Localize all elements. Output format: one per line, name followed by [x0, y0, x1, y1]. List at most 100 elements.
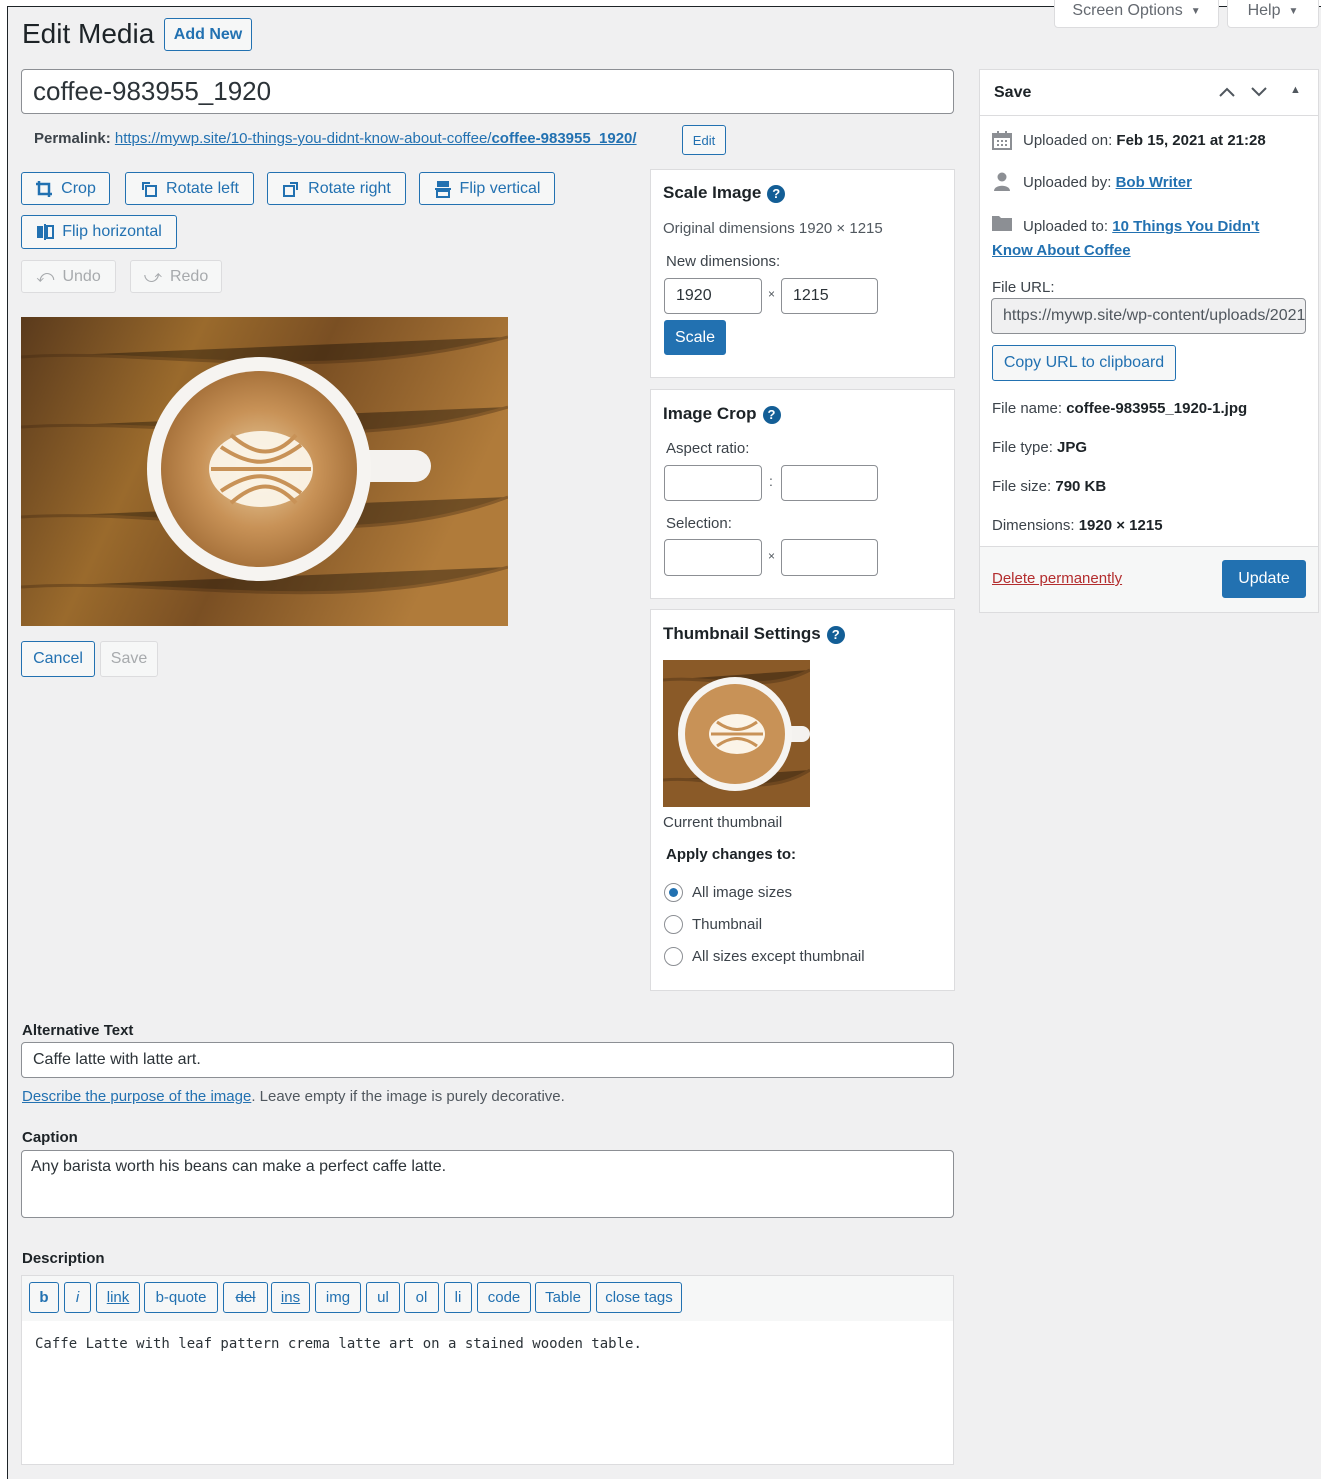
quicktag-close-tags[interactable]: close tags	[596, 1282, 682, 1313]
rotate-left-icon	[142, 181, 158, 197]
permalink-link[interactable]: https://mywp.site/10-things-you-didnt-kn…	[115, 130, 637, 147]
alt-text-help: Describe the purpose of the image. Leave…	[22, 1088, 565, 1105]
alt-text-help-text: . Leave empty if the image is purely dec…	[251, 1088, 565, 1105]
chevron-down-icon[interactable]	[1250, 85, 1268, 99]
image-crop-heading: Image Crop?	[663, 404, 781, 424]
caret-down-icon: ▼	[1288, 5, 1299, 17]
undo-button[interactable]: ⤺ Undo	[21, 260, 116, 293]
radio-label: All sizes except thumbnail	[692, 948, 865, 965]
radio-all-sizes-except-thumbnail[interactable]	[664, 947, 683, 966]
collapse-toggle-icon[interactable]: ▲	[1290, 84, 1301, 96]
quicktag-del[interactable]: del	[223, 1282, 268, 1313]
scale-image-title: Scale Image	[663, 183, 762, 202]
description-label: Description	[22, 1250, 105, 1267]
add-new-button[interactable]: Add New	[164, 18, 252, 51]
radio-thumbnail[interactable]	[664, 915, 683, 934]
aspect-ratio-sep: :	[769, 473, 773, 489]
delete-permanently-link[interactable]: Delete permanently	[992, 570, 1122, 587]
crop-icon	[36, 180, 53, 197]
aspect-ratio-label: Aspect ratio:	[666, 440, 750, 457]
quicktag-italic[interactable]: i	[64, 1282, 91, 1313]
crop-button[interactable]: Crop	[21, 172, 110, 205]
quicktag-link[interactable]: link	[96, 1282, 140, 1313]
help-label: Help	[1247, 2, 1281, 19]
flip-horizontal-icon	[37, 224, 55, 240]
quicktag-table[interactable]: Table	[535, 1282, 591, 1313]
uploaded-by-row: Uploaded by: Bob Writer	[1023, 174, 1192, 191]
help-icon[interactable]: ?	[762, 405, 781, 424]
caption-label: Caption	[22, 1129, 78, 1146]
image-preview[interactable]	[21, 317, 508, 626]
uploaded-by-link[interactable]: Bob Writer	[1116, 174, 1192, 191]
save-metabox-title: Save	[994, 84, 1032, 101]
quicktag-img[interactable]: img	[315, 1282, 361, 1313]
help-button[interactable]: Help ▼	[1227, 0, 1319, 28]
user-icon	[994, 172, 1010, 191]
alt-text-help-link[interactable]: Describe the purpose of the image	[22, 1088, 251, 1105]
original-dimensions: Original dimensions 1920 × 1215	[663, 220, 883, 237]
selection-width-input[interactable]	[664, 539, 762, 576]
help-icon[interactable]: ?	[767, 184, 786, 203]
rotate-left-button[interactable]: Rotate left	[125, 172, 254, 205]
radio-all-image-sizes[interactable]	[664, 883, 683, 902]
uploaded-to-link[interactable]: 10 Things You Didn't	[1112, 218, 1259, 235]
apply-changes-label: Apply changes to:	[666, 846, 797, 863]
aspect-ratio-height-input[interactable]	[781, 465, 878, 501]
file-url-input[interactable]: https://mywp.site/wp-content/uploads/202…	[991, 298, 1306, 334]
flip-vertical-button[interactable]: Flip vertical	[419, 172, 555, 205]
quicktag-code[interactable]: code	[477, 1282, 531, 1313]
alt-text-input[interactable]: Caffe latte with latte art.	[21, 1042, 954, 1078]
title-input[interactable]: coffee-983955_1920	[21, 69, 954, 114]
update-button[interactable]: Update	[1222, 560, 1306, 598]
crop-label: Crop	[61, 179, 96, 197]
uploaded-on-value: Feb 15, 2021 at 21:28	[1116, 132, 1266, 149]
flip-vertical-icon	[434, 180, 451, 198]
scale-height-input[interactable]: 1215	[781, 278, 878, 314]
scale-width-input[interactable]: 1920	[664, 278, 762, 314]
rotate-right-button[interactable]: Rotate right	[267, 172, 406, 205]
file-size-row: File size: 790 KB	[992, 478, 1106, 495]
description-textarea[interactable]: Caffe Latte with leaf pattern crema latt…	[21, 1321, 954, 1465]
dimensions-label: Dimensions:	[992, 517, 1075, 534]
aspect-ratio-width-input[interactable]	[664, 465, 762, 501]
flip-vertical-label: Flip vertical	[459, 179, 541, 197]
uploaded-on-row: Uploaded on: Feb 15, 2021 at 21:28	[1023, 132, 1266, 149]
uploaded-on-label: Uploaded on:	[1023, 132, 1113, 149]
uploaded-by-label: Uploaded by:	[1023, 174, 1112, 191]
screen-options-button[interactable]: Screen Options ▼	[1054, 0, 1219, 28]
flip-horizontal-button[interactable]: Flip horizontal	[21, 215, 177, 249]
quicktag-ins[interactable]: ins	[271, 1282, 310, 1313]
save-image-button[interactable]: Save	[100, 641, 158, 677]
uploaded-to-label: Uploaded to:	[1023, 218, 1109, 235]
quicktag-bold[interactable]: b	[29, 1282, 59, 1313]
caption-textarea[interactable]: Any barista worth his beans can make a p…	[21, 1150, 954, 1218]
scale-image-heading: Scale Image?	[663, 183, 786, 203]
quicktag-ol[interactable]: ol	[404, 1282, 439, 1313]
permalink-row: Permalink: https://mywp.site/10-things-y…	[34, 130, 637, 147]
file-name-row: File name: coffee-983955_1920-1.jpg	[992, 400, 1247, 417]
permalink-edit-button[interactable]: Edit	[682, 125, 726, 155]
permalink-label: Permalink:	[34, 130, 111, 147]
alt-text-label: Alternative Text	[22, 1022, 134, 1039]
scale-button[interactable]: Scale	[664, 320, 726, 355]
file-size-value: 790 KB	[1055, 478, 1107, 495]
dimensions-row: Dimensions: 1920 × 1215	[992, 517, 1163, 534]
undo-icon: ⤺	[36, 266, 55, 286]
selection-label: Selection:	[666, 515, 732, 532]
help-icon[interactable]: ?	[826, 625, 845, 644]
radio-label: Thumbnail	[692, 916, 763, 933]
copy-url-button[interactable]: Copy URL to clipboard	[992, 345, 1176, 381]
quicktag-li[interactable]: li	[444, 1282, 472, 1313]
quicktag-blockquote[interactable]: b-quote	[144, 1282, 218, 1313]
file-type-value: JPG	[1057, 439, 1088, 456]
uploaded-to-link-line2[interactable]: Know About Coffee	[992, 242, 1131, 259]
scale-times-sep: ×	[768, 287, 776, 301]
cancel-button[interactable]: Cancel	[21, 641, 95, 677]
quicktag-ul[interactable]: ul	[366, 1282, 400, 1313]
page-title: Edit Media	[22, 18, 155, 49]
chevron-up-icon[interactable]	[1218, 85, 1236, 99]
rotate-left-label: Rotate left	[166, 179, 239, 197]
selection-height-input[interactable]	[781, 539, 878, 576]
redo-button[interactable]: ⤻ Redo	[130, 260, 222, 293]
current-thumbnail-image	[663, 660, 810, 807]
